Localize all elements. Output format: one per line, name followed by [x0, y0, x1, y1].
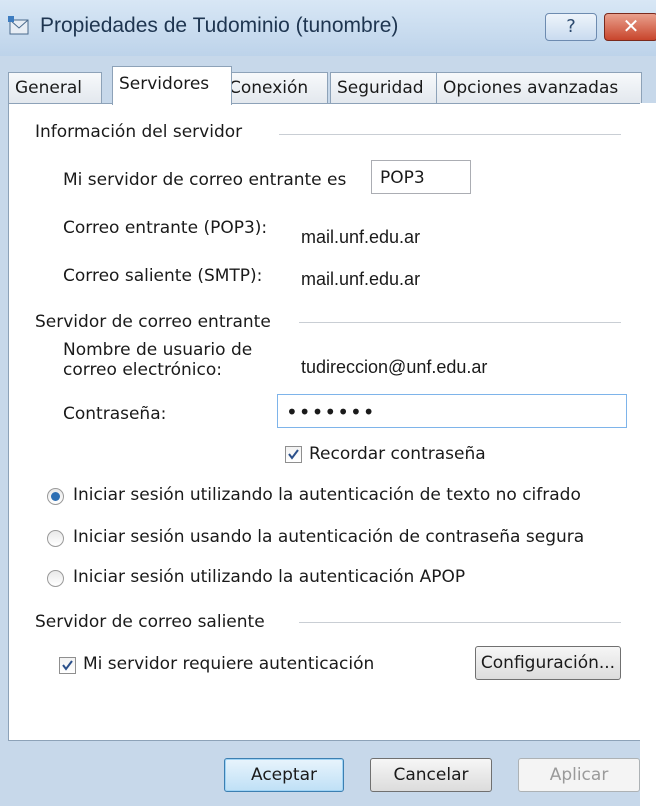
servers-panel: Información del servidor Mi servidor de …	[8, 103, 656, 741]
tab-servers[interactable]: Servidores	[112, 66, 232, 105]
outgoing-server-input[interactable]: mail.unf.edu.ar	[281, 254, 656, 304]
auth-apop-radio[interactable]	[47, 570, 64, 587]
username-input[interactable]: tudireccion@unf.edu.ar	[281, 337, 656, 397]
requires-auth-label: Mi servidor requiere autenticación	[83, 654, 375, 674]
remember-password-label: Recordar contraseña	[309, 444, 486, 464]
incoming-server-label: Correo entrante (POP3):	[63, 218, 268, 238]
group-divider	[279, 134, 621, 135]
apply-button[interactable]: Aplicar	[518, 758, 640, 792]
tab-general[interactable]: General	[8, 72, 102, 103]
tab-advanced[interactable]: Opciones avanzadas	[436, 72, 642, 103]
close-button[interactable]: ✕	[604, 13, 656, 41]
auth-apop-label: Iniciar sesión utilizando la autenticaci…	[73, 567, 466, 587]
remember-password-checkbox[interactable]	[285, 446, 302, 463]
username-label-line2: correo electrónico:	[63, 360, 222, 380]
requires-auth-checkbox[interactable]	[59, 657, 76, 674]
mail-account-icon	[8, 16, 30, 38]
auth-secure-password-label: Iniciar sesión usando la autenticación d…	[73, 527, 585, 547]
right-edge-fill	[640, 103, 656, 806]
username-label-line1: Nombre de usuario de	[63, 340, 253, 360]
password-label: Contraseña:	[63, 404, 167, 424]
settings-button[interactable]: Configuración...	[475, 646, 621, 680]
password-input[interactable]: •••••••	[277, 394, 627, 428]
server-info-title: Información del servidor	[35, 122, 243, 142]
ok-button[interactable]: Aceptar	[224, 758, 344, 792]
window-title: Propiedades de Tudominio (tunombre)	[40, 14, 399, 37]
username-label: Nombre de usuario de correo electrónico:	[63, 340, 252, 380]
tab-connection[interactable]: Conexión	[222, 72, 328, 103]
help-button[interactable]: ?	[545, 13, 597, 41]
cancel-button[interactable]: Cancelar	[370, 758, 492, 792]
group-divider	[299, 322, 621, 323]
incoming-type-label: Mi servidor de correo entrante es	[63, 170, 347, 190]
outgoing-server-label: Correo saliente (SMTP):	[63, 266, 263, 286]
tab-security[interactable]: Seguridad	[330, 72, 444, 103]
auth-secure-password-radio[interactable]	[47, 530, 64, 547]
properties-dialog: Propiedades de Tudominio (tunombre) ? ✕ …	[0, 0, 656, 806]
incoming-type-field: POP3	[371, 160, 471, 194]
incoming-server-title: Servidor de correo entrante	[35, 312, 271, 332]
title-bar: Propiedades de Tudominio (tunombre) ? ✕	[0, 0, 656, 56]
group-divider	[299, 622, 621, 623]
auth-plaintext-radio[interactable]	[47, 488, 64, 505]
auth-plaintext-label: Iniciar sesión utilizando la autenticaci…	[73, 485, 581, 505]
outgoing-server-title: Servidor de correo saliente	[35, 612, 265, 632]
